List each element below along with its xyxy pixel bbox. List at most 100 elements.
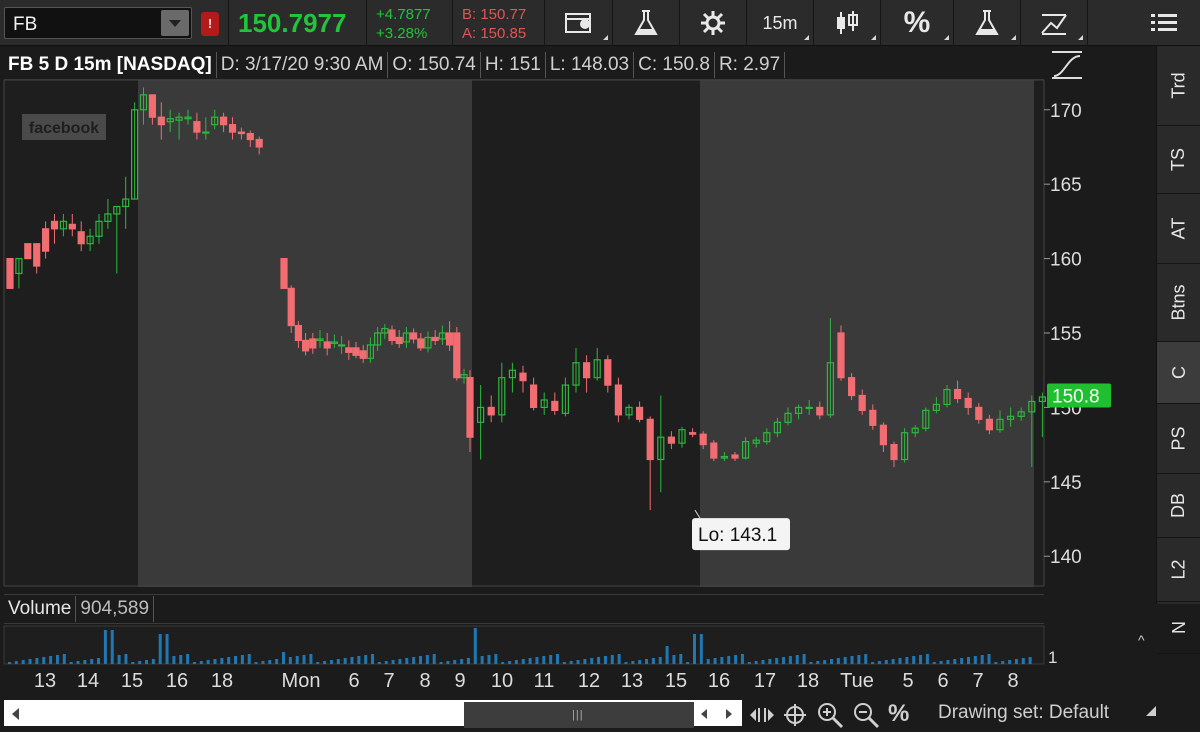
volume-bar (158, 634, 162, 664)
studies-menu-button[interactable] (954, 0, 1020, 46)
volume-bar (631, 661, 635, 664)
scroll-prev-arrow[interactable] (701, 709, 707, 719)
symbol-selector[interactable]: FB (4, 7, 192, 39)
time-tick-label: 16 (707, 670, 731, 692)
volume-bar (439, 662, 443, 664)
curve-style-icon[interactable] (1050, 50, 1084, 80)
studies-button[interactable] (613, 0, 679, 46)
candle-body (975, 406, 983, 420)
volume-bar (624, 662, 628, 664)
candle-body (446, 332, 454, 346)
aggregation-button[interactable]: 15m (747, 0, 813, 46)
candle-body (964, 397, 972, 409)
calendar-button[interactable] (546, 0, 612, 46)
percent-icon[interactable]: % (888, 700, 909, 728)
candle-body (287, 287, 295, 327)
scroll-left-arrow[interactable] (12, 708, 19, 720)
candle-body (309, 338, 317, 349)
drawing-tools-button[interactable] (1021, 0, 1087, 46)
time-tick-label: 8 (419, 670, 431, 692)
volume-bar (179, 655, 183, 664)
sidebar-tab-btns[interactable]: Btns (1157, 264, 1200, 342)
sidebar-tab-at[interactable]: AT (1157, 194, 1200, 264)
volume-bar (350, 657, 354, 664)
candle-body (77, 231, 85, 245)
time-tick-label: 6 (937, 670, 949, 692)
volume-bar (884, 660, 888, 664)
bar-low: L: 148.03 (546, 51, 635, 78)
time-tick-label: 8 (1007, 670, 1019, 692)
sidebar-tab-trd[interactable]: Trd (1157, 46, 1200, 126)
volume-bar (556, 654, 559, 664)
percent-button[interactable]: % (881, 0, 953, 46)
price-chart[interactable]: facebook170165160155150145140150.8Lo: 14… (0, 80, 1156, 666)
sidebar-tab-label: C (1168, 366, 1189, 379)
volume-bar (117, 655, 121, 664)
volume-bar (316, 662, 320, 664)
volume-bar (939, 661, 943, 664)
volume-bar (446, 661, 450, 664)
volume-bar (603, 656, 607, 664)
sidebar-tab-label: PS (1168, 426, 1189, 451)
volume-bar (816, 661, 820, 664)
symbol-input[interactable]: FB (13, 14, 37, 36)
time-tick-label: 13 (33, 670, 57, 692)
symbol-dropdown-button[interactable] (161, 10, 189, 36)
price-tick-label: 170 (1050, 101, 1082, 122)
sidebar-tab-c[interactable]: C (1157, 342, 1200, 404)
menu-button[interactable] (1134, 0, 1194, 46)
chart-style-button[interactable] (814, 0, 880, 46)
volume-bar (343, 658, 347, 664)
bottom-bar: ||| % Drawing set: Default (0, 698, 1200, 732)
time-axis: 13 14 15 16 18 Mon 6 7 8 9 10 11 12 13 15 16 17 18 Tue 5 6 7 8 (0, 666, 1044, 696)
crosshair-icon[interactable] (783, 703, 807, 727)
volume-bar (987, 654, 991, 664)
volume-bar (62, 654, 66, 664)
candle-body (699, 433, 707, 446)
alert-icon[interactable]: ! (201, 12, 219, 36)
drawing-set-dropdown-icon[interactable] (1144, 702, 1158, 726)
zoom-icon[interactable] (748, 705, 776, 725)
bid-price: B: 150.77 (462, 6, 527, 23)
volume-bar (83, 660, 87, 664)
settings-button[interactable] (680, 0, 746, 46)
candle-body (359, 350, 367, 359)
net-change: +4.7877 (376, 6, 431, 23)
drawing-set-selector[interactable]: Drawing set: Default (938, 702, 1109, 724)
time-tick-label: 5 (902, 670, 914, 692)
time-tick-label: 12 (577, 670, 601, 692)
volume-bar (809, 662, 813, 664)
zoom-in-icon[interactable] (816, 701, 844, 729)
hamburger-icon (1151, 14, 1177, 31)
volume-bar (679, 654, 683, 664)
volume-bar (788, 656, 792, 664)
candle-body (202, 131, 210, 134)
bar-high: H: 151 (481, 51, 546, 78)
sidebar-tab-ps[interactable]: PS (1157, 404, 1200, 474)
chart-symbol-description[interactable]: FB 5 D 15m [NASDAQ] (4, 51, 217, 78)
candle-body (710, 442, 718, 459)
volume-bar (1014, 659, 1018, 664)
candle-body (33, 243, 41, 267)
current-price-label: 150.8 (1052, 387, 1100, 408)
candle-body (805, 406, 813, 410)
time-tick-label: 15 (120, 670, 144, 692)
sidebar-tab-n[interactable]: N (1157, 602, 1200, 654)
horizontal-scrollbar[interactable]: ||| (4, 700, 742, 728)
scrollbar-thumb[interactable]: ||| (464, 702, 694, 728)
scroll-next-arrow[interactable] (726, 709, 732, 719)
volume-bar (398, 659, 402, 664)
volume-bar (960, 658, 964, 664)
sidebar-tab-db[interactable]: DB (1157, 474, 1200, 538)
zoom-out-icon[interactable] (852, 701, 880, 729)
ask-price: A: 150.85 (462, 25, 527, 42)
volume-bar (227, 657, 231, 664)
sidebar-tab-ts[interactable]: TS (1157, 126, 1200, 194)
sidebar-tab-l2[interactable]: L2 (1157, 538, 1200, 602)
chevron-up-icon[interactable]: ^ (1138, 632, 1145, 648)
time-tick-label: 11 (533, 670, 555, 692)
time-tick-label: 18 (796, 670, 820, 692)
candle-body (858, 394, 866, 411)
toolbar: FB ! 150.7977 +4.7877 +3.28% B: 150.77 A… (0, 0, 1200, 46)
volume-bar (542, 656, 546, 664)
